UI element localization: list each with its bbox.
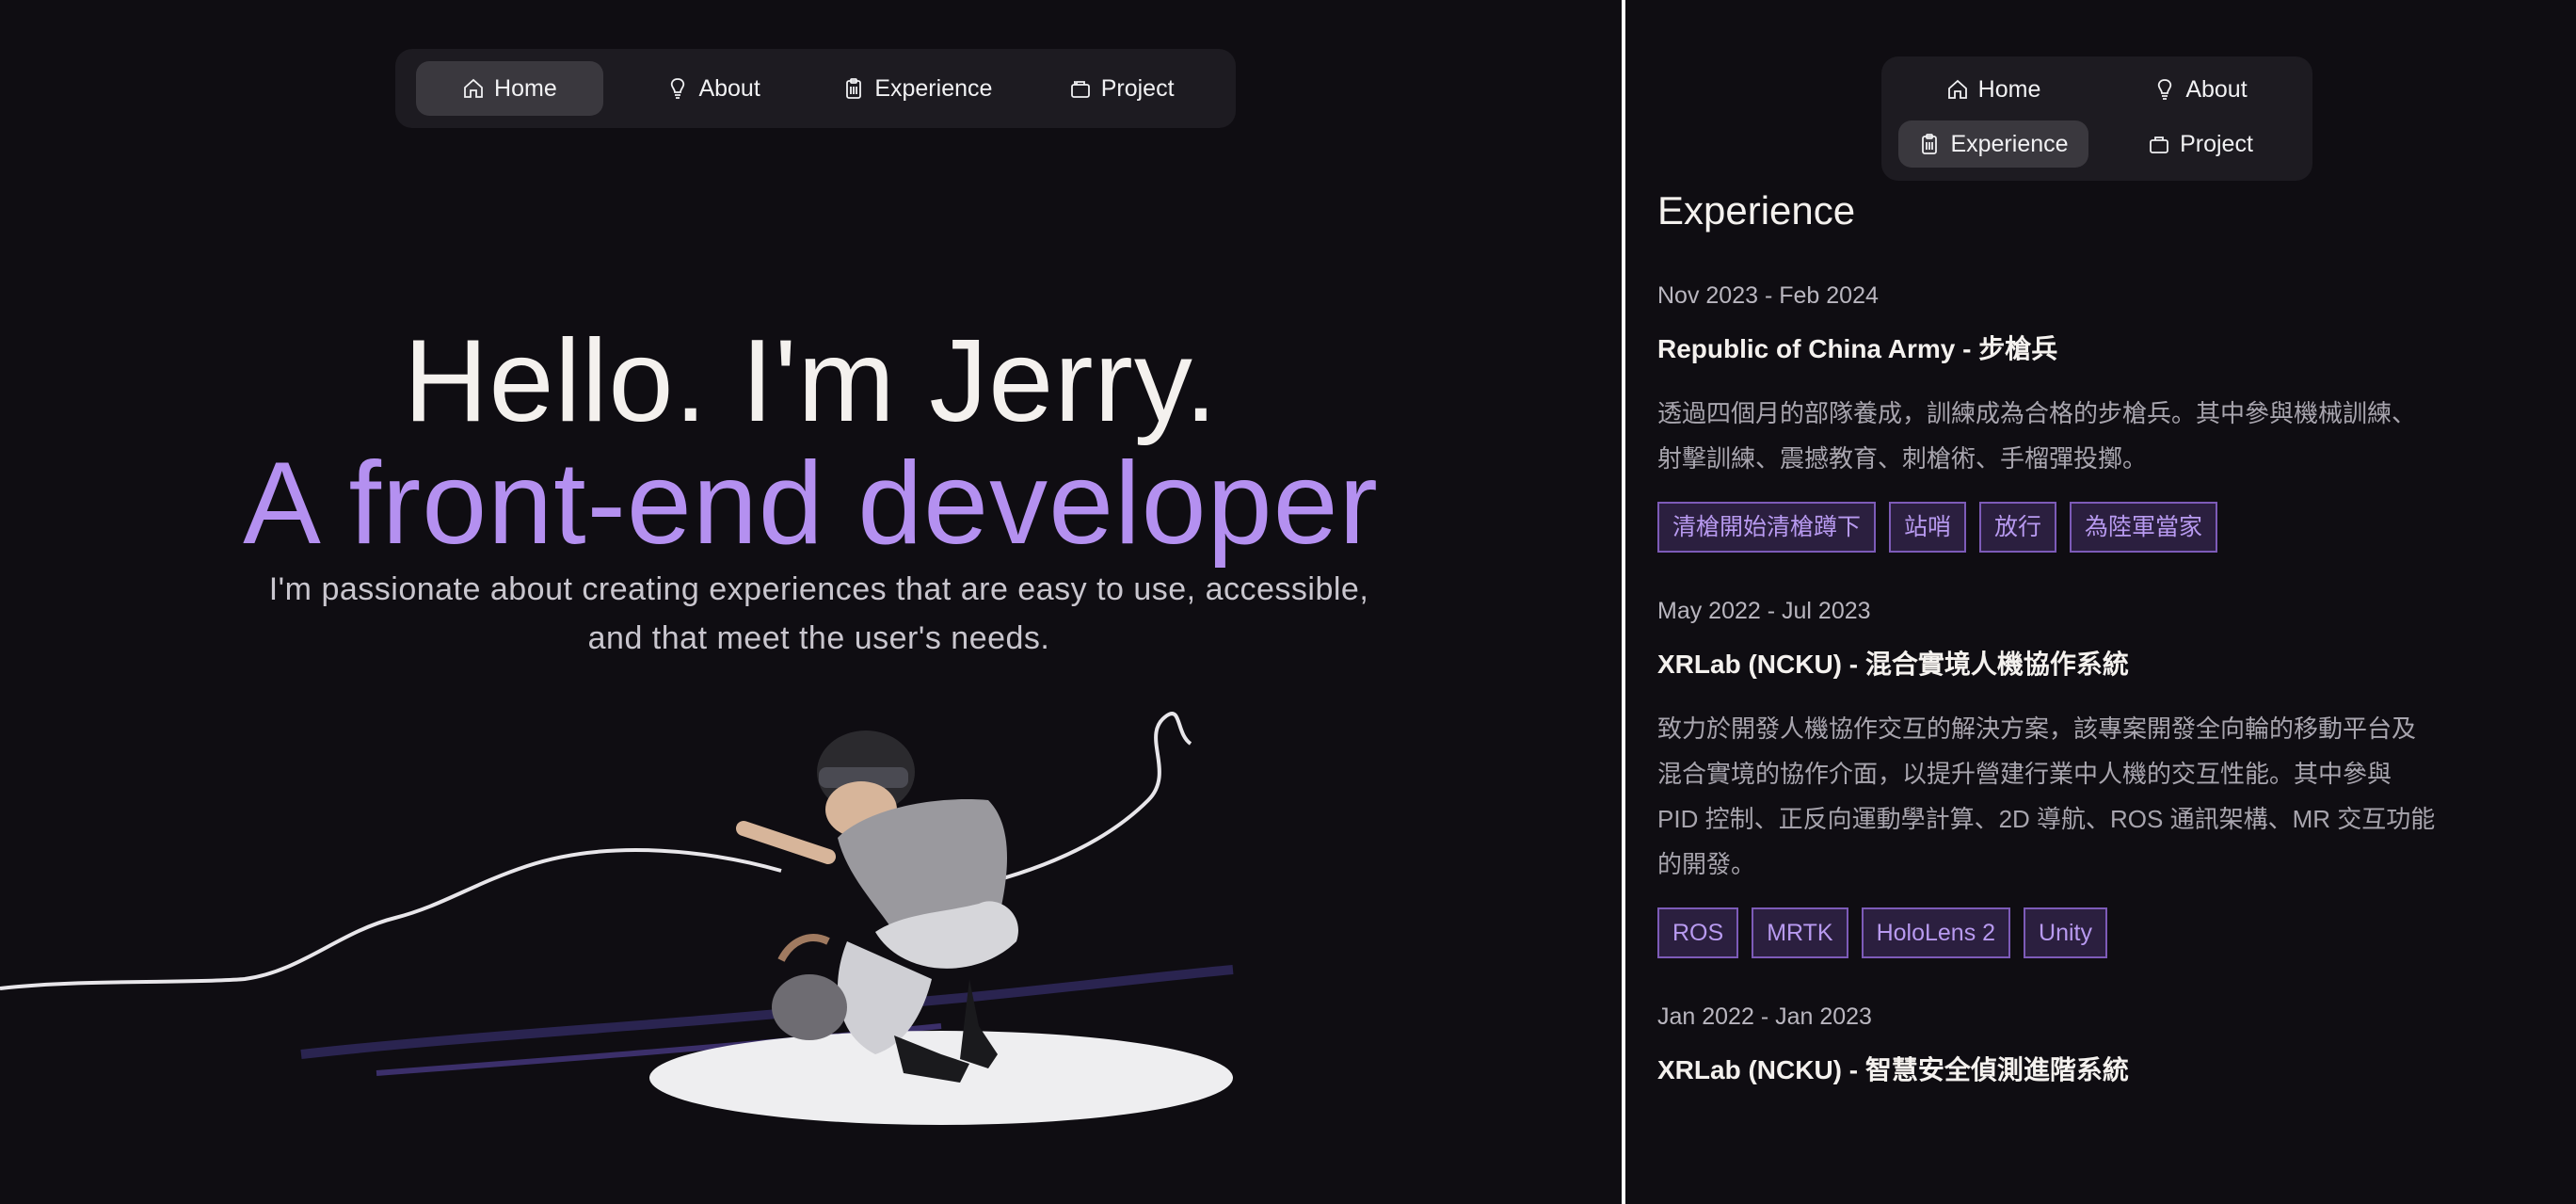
tag: 清槍開始清槍蹲下 <box>1657 502 1877 553</box>
nav-home[interactable]: Home <box>416 61 603 116</box>
nav-about-label: About <box>2185 75 2248 103</box>
description-line: PID 控制、正反向運動學計算、2D 導航、ROS 通訊架構、MR 交互功能 <box>1657 805 2436 833</box>
nav-about-label: About <box>698 74 760 102</box>
tag: Unity <box>2024 907 2108 958</box>
home-icon <box>464 78 483 98</box>
description-line: 射擊訓練、震撼教育、刺槍術、手榴彈投擲。 <box>1657 444 2148 473</box>
experience-item: May 2022 - Jul 2023 XRLab (NCKU) - 混合實境人… <box>1657 598 2552 958</box>
hero-title: Hello. I'm Jerry. <box>403 316 1219 446</box>
hero-illustration <box>0 712 1234 1125</box>
tag: 放行 <box>1979 502 2057 553</box>
top-nav: Home About Experience Project <box>1881 56 2312 181</box>
experience-description: 透過四個月的部隊養成，訓練成為合格的步槍兵。其中參與機械訓練、 射擊訓練、震撼教… <box>1657 391 2552 481</box>
top-nav: Home About Experience Project <box>395 49 1236 128</box>
tag: 站哨 <box>1889 502 1967 553</box>
nav-project[interactable]: Project <box>1028 61 1215 116</box>
nav-project-label: Project <box>2180 130 2253 157</box>
experience-date: Jan 2022 - Jan 2023 <box>1657 1003 1872 1030</box>
hero-description: I'm passionate about creating experience… <box>169 565 1468 663</box>
lightbulb-icon <box>671 78 685 99</box>
person-figure <box>736 730 1018 1083</box>
experience-panel: Home About Experience Project Experience… <box>1625 0 2576 1204</box>
tag-list: 清槍開始清槍蹲下 站哨 放行 為陸軍當家 <box>1657 502 2552 553</box>
tag: ROS <box>1657 907 1739 958</box>
experience-description: 致力於開發人機協作交互的解決方案，該專案開發全向輪的移動平台及 混合實境的協作介… <box>1657 706 2552 887</box>
hero-description-line: I'm passionate about creating experience… <box>268 571 1369 607</box>
home-icon <box>1947 79 1967 99</box>
description-line: 透過四個月的部隊養成，訓練成為合格的步槍兵。其中參與機械訓練、 <box>1657 399 2417 427</box>
home-panel: Home About Experience Project Hello. I'm… <box>0 0 1622 1204</box>
nav-home-label: Home <box>494 74 557 102</box>
experience-date: May 2022 - Jul 2023 <box>1657 598 1871 624</box>
clipboard-icon <box>1922 134 1938 154</box>
lightbulb-icon <box>2158 79 2172 100</box>
experience-item: Jan 2022 - Jan 2023 XRLab (NCKU) - 智慧安全偵… <box>1657 1003 2552 1087</box>
nav-experience-label: Experience <box>1950 130 2069 157</box>
tag-list: ROS MRTK HoloLens 2 Unity <box>1657 907 2552 958</box>
tag: MRTK <box>1752 907 1848 958</box>
nav-project-label: Project <box>1100 74 1175 102</box>
nav-experience-label: Experience <box>874 74 993 102</box>
section-heading: Experience <box>1657 188 1856 233</box>
experience-list: Nov 2023 - Feb 2024 Republic of China Ar… <box>1657 282 2552 1132</box>
clipboard-icon <box>846 78 862 99</box>
description-line: 混合實境的協作介面，以提升營建行業中人機的交互性能。其中參與 <box>1657 760 2392 788</box>
experience-title: XRLab (NCKU) - 混合實境人機協作系統 <box>1657 650 2129 679</box>
experience-title: XRLab (NCKU) - 智慧安全偵測進階系統 <box>1657 1055 2129 1084</box>
nav-about[interactable]: About <box>620 61 808 116</box>
nav-home-label: Home <box>1977 75 2041 103</box>
nav-project[interactable]: Project <box>2105 120 2296 168</box>
description-line: 的開發。 <box>1657 850 1756 878</box>
tag: 為陸軍當家 <box>2070 502 2218 553</box>
briefcase-icon <box>2150 136 2168 153</box>
description-line: 致力於開發人機協作交互的解決方案，該專案開發全向輪的移動平台及 <box>1657 714 2417 743</box>
nav-home[interactable]: Home <box>1898 66 2088 113</box>
experience-title: Republic of China Army - 步槍兵 <box>1657 334 2058 363</box>
hero-description-line: and that meet the user's needs. <box>587 620 1050 656</box>
nav-experience[interactable]: Experience <box>1898 120 2088 168</box>
nav-about[interactable]: About <box>2105 66 2296 113</box>
tag: HoloLens 2 <box>1861 907 2011 958</box>
nav-experience[interactable]: Experience <box>824 61 1012 116</box>
experience-item: Nov 2023 - Feb 2024 Republic of China Ar… <box>1657 282 2552 553</box>
experience-date: Nov 2023 - Feb 2024 <box>1657 282 1879 309</box>
briefcase-icon <box>1070 81 1090 98</box>
hero-subtitle: A front-end developer <box>243 439 1379 569</box>
